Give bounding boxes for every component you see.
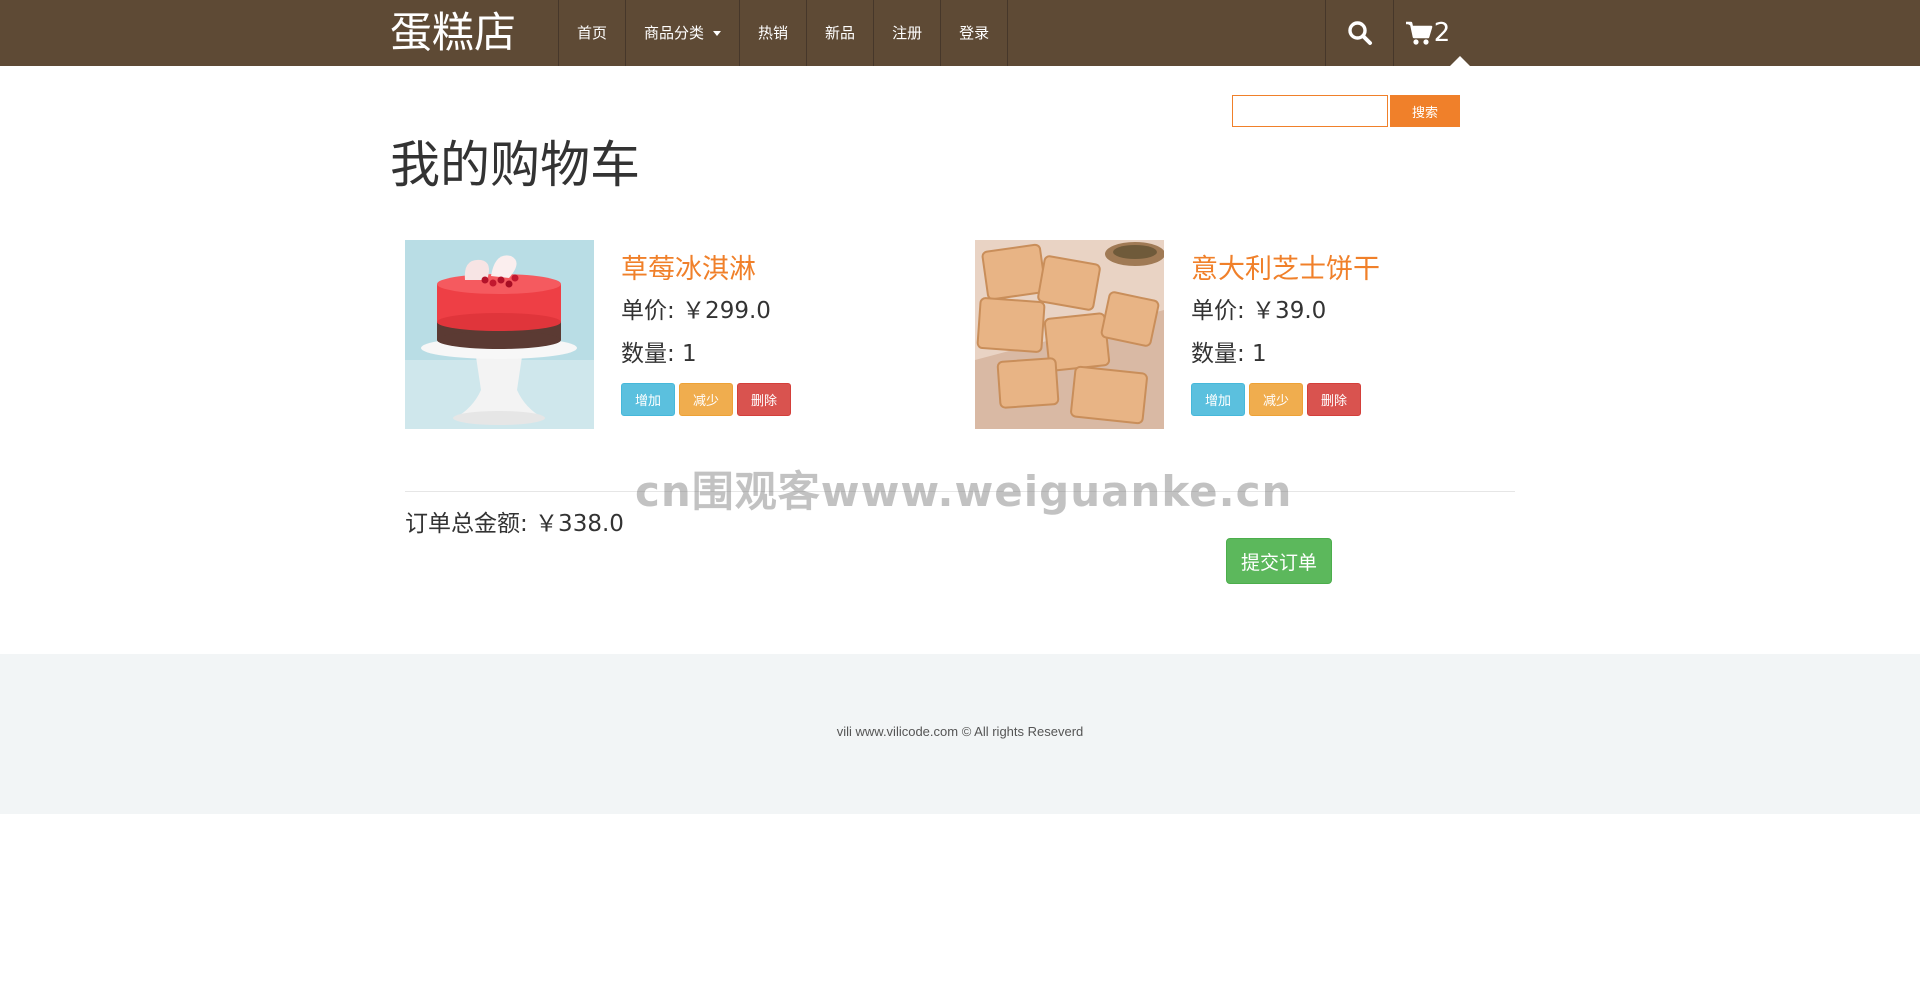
active-pointer <box>1450 56 1470 66</box>
shopping-cart-icon <box>1405 21 1433 45</box>
caret-down-icon <box>713 31 722 36</box>
item-info: 草莓冰淇淋 单价: ￥299.0 数量: 1 增加 减少 删除 <box>621 240 791 416</box>
search-input[interactable] <box>1232 95 1388 127</box>
delete-button[interactable]: 删除 <box>1307 383 1361 416</box>
nav-new[interactable]: 新品 <box>806 0 873 66</box>
product-image[interactable] <box>975 240 1164 429</box>
nav-actions: 2 <box>1325 0 1470 66</box>
strawberry-cake-image <box>405 240 594 429</box>
item-actions: 增加 减少 删除 <box>621 383 791 416</box>
nav-categories-dropdown[interactable]: 商品分类 <box>625 0 739 66</box>
footer: vili www.vilicode.com © All rights Resev… <box>0 654 1920 814</box>
search-toggle-button[interactable] <box>1325 0 1393 66</box>
divider <box>405 491 1515 492</box>
increase-button[interactable]: 增加 <box>621 383 675 416</box>
item-info: 意大利芝士饼干 单价: ￥39.0 数量: 1 增加 减少 删除 <box>1191 240 1380 416</box>
brand-logo[interactable]: 蛋糕店 <box>390 4 516 62</box>
item-name-link[interactable]: 意大利芝士饼干 <box>1191 254 1380 286</box>
nav-hot[interactable]: 热销 <box>739 0 806 66</box>
item-price: 单价: ￥39.0 <box>1191 298 1327 324</box>
cart-button[interactable]: 2 <box>1393 0 1470 66</box>
item-name-link[interactable]: 草莓冰淇淋 <box>621 254 791 286</box>
nav-login[interactable]: 登录 <box>940 0 1009 66</box>
product-image[interactable] <box>405 240 594 429</box>
top-navbar: 蛋糕店 首页 商品分类 热销 新品 注册 登录 2 <box>0 0 1920 66</box>
cheese-biscuits-image <box>975 240 1164 429</box>
increase-button[interactable]: 增加 <box>1191 383 1245 416</box>
cart-item: 意大利芝士饼干 单价: ￥39.0 数量: 1 增加 减少 删除 <box>975 240 1535 430</box>
search-button[interactable]: 搜索 <box>1390 95 1460 127</box>
cart-item: 草莓冰淇淋 单价: ￥299.0 数量: 1 增加 减少 删除 <box>405 240 965 430</box>
item-quantity: 数量: 1 <box>1191 341 1267 367</box>
search-icon <box>1347 21 1372 45</box>
cart-count-badge: 2 <box>1433 18 1451 48</box>
order-total: 订单总金额: ￥338.0 <box>405 511 624 537</box>
page-title: 我的购物车 <box>390 136 640 194</box>
main-nav: 首页 商品分类 热销 新品 注册 登录 <box>558 0 1009 66</box>
item-quantity: 数量: 1 <box>621 341 697 367</box>
nav-register[interactable]: 注册 <box>873 0 940 66</box>
item-price: 单价: ￥299.0 <box>621 298 771 324</box>
nav-categories-label: 商品分类 <box>644 24 705 42</box>
copyright-text: vili www.vilicode.com © All rights Resev… <box>836 724 1084 739</box>
delete-button[interactable]: 删除 <box>737 383 791 416</box>
nav-home[interactable]: 首页 <box>558 0 625 66</box>
submit-order-button[interactable]: 提交订单 <box>1226 538 1332 584</box>
decrease-button[interactable]: 减少 <box>679 383 733 416</box>
watermark: cn围观客www.weiguanke.cn <box>635 467 1293 516</box>
item-actions: 增加 减少 删除 <box>1191 383 1380 416</box>
decrease-button[interactable]: 减少 <box>1249 383 1303 416</box>
